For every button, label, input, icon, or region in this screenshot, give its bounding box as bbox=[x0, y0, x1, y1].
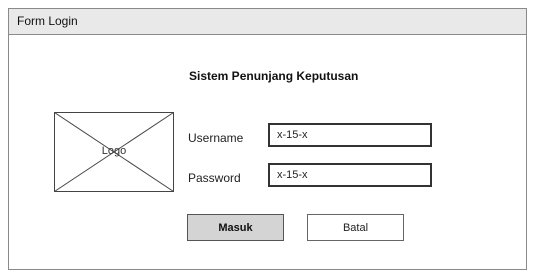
window-title: Form Login bbox=[17, 14, 78, 28]
logo-placeholder: Logo bbox=[54, 112, 174, 192]
password-field[interactable] bbox=[268, 163, 432, 187]
app-title: Sistem Penunjang Keputusan bbox=[189, 69, 359, 83]
title-bar: Form Login bbox=[9, 9, 526, 35]
cancel-button[interactable]: Batal bbox=[307, 214, 404, 241]
username-label: Username bbox=[188, 131, 244, 145]
login-window: Form Login Sistem Penunjang Keputusan Lo… bbox=[8, 8, 527, 270]
logo-label: Logo bbox=[101, 145, 127, 157]
username-field[interactable] bbox=[268, 123, 432, 147]
cancel-button-label: Batal bbox=[342, 221, 369, 234]
submit-button-label: Masuk bbox=[218, 221, 253, 234]
submit-button[interactable]: Masuk bbox=[187, 214, 284, 241]
password-label: Password bbox=[188, 171, 241, 185]
